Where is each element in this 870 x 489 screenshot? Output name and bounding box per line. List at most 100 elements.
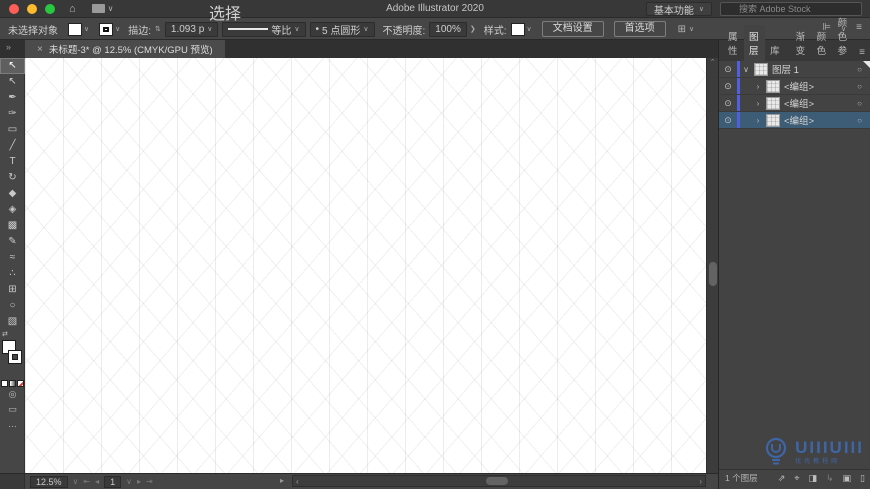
- previous-artboard-icon[interactable]: ◂: [95, 477, 99, 486]
- slice-tool[interactable]: ▧: [0, 314, 25, 330]
- scroll-left-icon[interactable]: ‹: [296, 477, 299, 486]
- expand-chevron-icon[interactable]: ›: [752, 82, 764, 91]
- visibility-eye-icon[interactable]: ⊙: [719, 98, 737, 109]
- zoom-window-button[interactable]: [45, 3, 55, 14]
- first-artboard-icon[interactable]: ⇤: [83, 477, 90, 486]
- tab-color-guide[interactable]: 颜色参: [833, 11, 860, 61]
- style-swatch[interactable]: [510, 22, 525, 36]
- layer-row-group3-selected[interactable]: ⊙ › <编组> ○: [719, 112, 870, 129]
- zoom-level-field[interactable]: 12.5%: [30, 475, 68, 488]
- chevron-down-icon[interactable]: ∨: [73, 477, 79, 486]
- type-tool[interactable]: T: [0, 154, 25, 170]
- tab-libraries[interactable]: 库: [765, 39, 785, 61]
- swap-fill-stroke-icon[interactable]: ⇄: [2, 330, 8, 338]
- new-layer-icon[interactable]: ▣: [843, 473, 852, 484]
- tab-color[interactable]: 颜色: [812, 25, 833, 61]
- selection-tool[interactable]: ↖: [0, 58, 25, 74]
- target-circle-icon[interactable]: ○: [857, 116, 862, 125]
- scroll-up-icon[interactable]: ⌃: [707, 58, 718, 68]
- artboard-number-field[interactable]: 1: [104, 475, 122, 488]
- stroke-stepper[interactable]: ⇅: [155, 25, 161, 33]
- pen-tool[interactable]: ✒: [0, 90, 25, 106]
- eyedropper-tool[interactable]: ✎: [0, 234, 25, 250]
- layer-row-layer1[interactable]: ⊙ ∨ 图层 1 ○: [719, 61, 870, 78]
- tab-layers[interactable]: 图层: [744, 25, 766, 61]
- document-tab[interactable]: × 未标题-3* @ 12.5% (CMYK/GPU 预览): [25, 40, 225, 58]
- none-mode-icon[interactable]: [16, 380, 24, 387]
- horizontal-scrollbar-thumb[interactable]: [486, 477, 508, 485]
- visibility-eye-icon[interactable]: ⊙: [719, 115, 737, 126]
- visibility-eye-icon[interactable]: ⊙: [719, 64, 737, 75]
- zoom-tool[interactable]: ○: [0, 298, 25, 314]
- direct-selection-tool[interactable]: ↖: [0, 74, 25, 90]
- layer-row-group1[interactable]: ⊙ › <编组> ○: [719, 78, 870, 95]
- stroke-proxy[interactable]: [8, 350, 22, 364]
- home-icon[interactable]: ⌂: [69, 3, 76, 15]
- color-mode-icon[interactable]: [0, 380, 8, 387]
- minimize-window-button[interactable]: [27, 3, 37, 14]
- gradient-mode-icon[interactable]: [8, 380, 16, 387]
- group-name[interactable]: <编组>: [784, 79, 814, 93]
- opacity-panel-arrow[interactable]: ❯: [470, 25, 476, 33]
- target-circle-icon[interactable]: ○: [857, 82, 862, 91]
- preferences-button[interactable]: 首选项: [613, 21, 666, 37]
- new-sublayer-icon[interactable]: ↳: [826, 473, 834, 484]
- target-circle-icon[interactable]: ○: [857, 65, 862, 74]
- close-tab-icon[interactable]: ×: [37, 44, 43, 55]
- group-thumbnail[interactable]: [766, 113, 780, 127]
- close-window-button[interactable]: [9, 3, 19, 14]
- vertical-scrollbar[interactable]: ⌃: [706, 58, 718, 473]
- brush-definition-dropdown[interactable]: • 5 点圆形 ∨: [309, 21, 375, 37]
- expand-chevron-icon[interactable]: ›: [752, 116, 764, 125]
- stroke-swatch[interactable]: [99, 22, 114, 36]
- graphic-style-control[interactable]: ∨: [510, 22, 532, 36]
- group-name[interactable]: <编组>: [784, 113, 814, 127]
- scroll-right-icon[interactable]: ›: [699, 477, 702, 486]
- eraser-tool[interactable]: ◆: [0, 186, 25, 202]
- panel-toggle-icon[interactable]: ⊞: [678, 24, 686, 35]
- layer-row-group2[interactable]: ⊙ › <编组> ○: [719, 95, 870, 112]
- toolbar-expand-icon[interactable]: »: [6, 42, 11, 52]
- document-setup-button[interactable]: 文档设置: [541, 21, 604, 37]
- draw-mode-button[interactable]: ◎: [0, 387, 25, 402]
- collect-export-icon[interactable]: ⇗: [778, 473, 786, 484]
- next-artboard-icon[interactable]: ▸: [137, 477, 141, 486]
- fill-swatch[interactable]: [68, 22, 82, 36]
- target-circle-icon[interactable]: ○: [857, 99, 862, 108]
- artboard-tool[interactable]: ⊞: [0, 282, 25, 298]
- edit-toolbar-button[interactable]: …: [0, 417, 25, 432]
- expand-chevron-icon[interactable]: ›: [752, 99, 764, 108]
- tab-gradient[interactable]: 渐变: [791, 25, 812, 61]
- tab-properties[interactable]: 属性: [723, 25, 744, 61]
- curvature-tool[interactable]: ✑: [0, 106, 25, 122]
- locate-object-icon[interactable]: ⌖: [794, 473, 799, 484]
- visibility-eye-icon[interactable]: ⊙: [719, 81, 737, 92]
- rotate-tool[interactable]: ↻: [0, 170, 25, 186]
- paintbrush-tool[interactable]: ╱: [0, 138, 25, 154]
- panel-menu-icon[interactable]: ≡: [859, 47, 865, 61]
- vertical-scrollbar-thumb[interactable]: [709, 262, 717, 286]
- stroke-color-control[interactable]: ∨: [99, 22, 120, 36]
- screen-mode-button[interactable]: ▭: [0, 402, 25, 417]
- expand-chevron-icon[interactable]: ∨: [740, 65, 752, 74]
- last-artboard-icon[interactable]: ⇥: [146, 477, 153, 486]
- arrange-documents-button[interactable]: ∨: [91, 4, 114, 13]
- artboard-canvas[interactable]: [25, 58, 706, 473]
- horizontal-scrollbar[interactable]: ‹ ›: [292, 475, 706, 487]
- group-name[interactable]: <编组>: [784, 96, 814, 110]
- blend-tool[interactable]: ≈: [0, 250, 25, 266]
- fill-color-control[interactable]: ∨: [68, 22, 89, 36]
- make-mask-icon[interactable]: ◨: [808, 473, 817, 484]
- chevron-down-icon[interactable]: ∨: [126, 477, 132, 486]
- rectangle-tool[interactable]: ▭: [0, 122, 25, 138]
- gradient-tool[interactable]: ▩: [0, 218, 25, 234]
- opacity-field[interactable]: 100%: [429, 21, 467, 37]
- shaper-tool[interactable]: ◈: [0, 202, 25, 218]
- group-thumbnail[interactable]: [766, 79, 780, 93]
- workspace-switcher-button[interactable]: 基本功能 ∨: [645, 2, 712, 17]
- symbol-sprayer-tool[interactable]: ∴: [0, 266, 25, 282]
- group-thumbnail[interactable]: [766, 96, 780, 110]
- layer-thumbnail[interactable]: [754, 62, 768, 76]
- delete-layer-icon[interactable]: ▯: [860, 473, 865, 484]
- layer-name[interactable]: 图层 1: [772, 62, 799, 76]
